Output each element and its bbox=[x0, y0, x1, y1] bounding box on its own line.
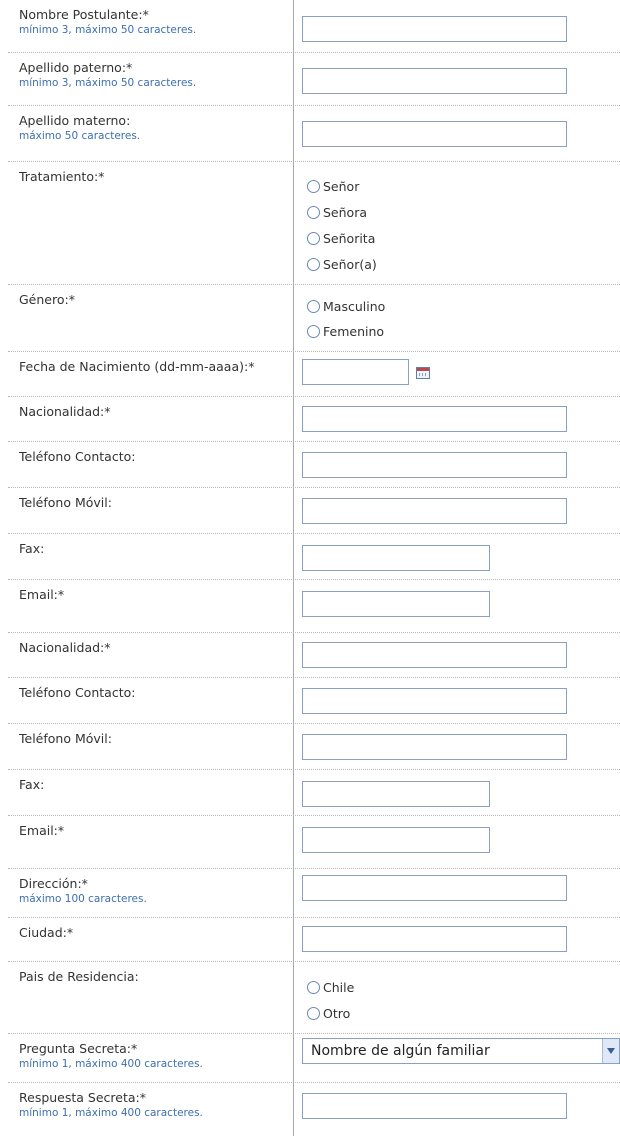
radio-senora-label: Señora bbox=[323, 204, 367, 220]
radio-senor-label: Señor bbox=[323, 178, 360, 194]
nacionalidad-2-label: Nacionalidad:* bbox=[19, 640, 111, 655]
apellido-paterno-input[interactable] bbox=[302, 68, 567, 94]
radio-senor-a[interactable]: Señor(a) bbox=[307, 255, 377, 273]
fax-input[interactable] bbox=[302, 545, 490, 571]
nombre-postulante-input[interactable] bbox=[302, 16, 567, 42]
radio-button[interactable] bbox=[307, 980, 320, 994]
radio-senorita-label: Señorita bbox=[323, 230, 376, 246]
fax-2-label: Fax: bbox=[19, 777, 45, 792]
radio-senorita[interactable]: Señorita bbox=[307, 229, 375, 247]
pregunta-secreta-value: Nombre de algún familiar bbox=[311, 1043, 490, 1059]
chevron-down-icon[interactable] bbox=[602, 1039, 619, 1063]
row-telefono-contacto: Teléfono Contacto: bbox=[8, 442, 620, 488]
telefono-movil-label: Teléfono Móvil: bbox=[19, 495, 112, 510]
respuesta-secreta-hint: mínimo 1, máximo 400 caracteres. bbox=[19, 1107, 203, 1119]
nacionalidad-input[interactable] bbox=[302, 406, 567, 432]
radio-senora[interactable]: Señora bbox=[307, 203, 367, 221]
nombre-postulante-label: Nombre Postulante:* bbox=[19, 7, 149, 22]
tratamiento-label: Tratamiento:* bbox=[19, 169, 105, 184]
apellido-paterno-label: Apellido paterno:* bbox=[19, 60, 133, 75]
row-telefono-movil-2: Teléfono Móvil: bbox=[8, 724, 620, 770]
row-fax: Fax: bbox=[8, 534, 620, 580]
radio-femenino[interactable]: Femenino bbox=[307, 322, 384, 340]
radio-chile-label: Chile bbox=[323, 979, 355, 995]
pregunta-secreta-label: Pregunta Secreta:* bbox=[19, 1041, 138, 1056]
email-2-input[interactable] bbox=[302, 827, 490, 853]
radio-button[interactable] bbox=[307, 1006, 320, 1020]
radio-femenino-label: Femenino bbox=[323, 323, 385, 339]
apellido-materno-input[interactable] bbox=[302, 121, 567, 147]
pregunta-secreta-hint: mínimo 1, máximo 400 caracteres. bbox=[19, 1058, 203, 1070]
telefono-contacto-label: Teléfono Contacto: bbox=[19, 449, 136, 464]
row-pregunta-secreta: Pregunta Secreta:* mínimo 1, máximo 400 … bbox=[8, 1034, 620, 1083]
row-respuesta-secreta: Respuesta Secreta:* mínimo 1, máximo 400… bbox=[8, 1083, 620, 1136]
apellido-materno-label: Apellido materno: bbox=[19, 113, 131, 128]
direccion-hint: máximo 100 caracteres. bbox=[19, 893, 147, 905]
telefono-contacto-input[interactable] bbox=[302, 452, 567, 478]
fecha-nacimiento-input[interactable] bbox=[302, 359, 409, 385]
telefono-contacto-2-label: Teléfono Contacto: bbox=[19, 685, 136, 700]
row-apellido-materno: Apellido materno: máximo 50 caracteres. bbox=[8, 106, 620, 162]
telefono-movil-2-label: Teléfono Móvil: bbox=[19, 731, 112, 746]
row-ciudad: Ciudad:* bbox=[8, 918, 620, 962]
email-label: Email:* bbox=[19, 587, 65, 602]
radio-masculino[interactable]: Masculino bbox=[307, 297, 385, 315]
radio-button[interactable] bbox=[307, 231, 320, 245]
row-fecha-nacimiento: Fecha de Nacimiento (dd-mm-aaaa):* bbox=[8, 352, 620, 397]
row-nacionalidad: Nacionalidad:* bbox=[8, 397, 620, 442]
radio-button[interactable] bbox=[307, 324, 320, 338]
telefono-contacto-2-input[interactable] bbox=[302, 688, 567, 714]
apellido-materno-hint: máximo 50 caracteres. bbox=[19, 130, 141, 142]
radio-otro-label: Otro bbox=[323, 1005, 351, 1021]
respuesta-secreta-label: Respuesta Secreta:* bbox=[19, 1090, 146, 1105]
telefono-movil-input[interactable] bbox=[302, 498, 567, 524]
ciudad-input[interactable] bbox=[302, 926, 567, 952]
row-email-2: Email:* bbox=[8, 816, 620, 869]
row-telefono-contacto-2: Teléfono Contacto: bbox=[8, 678, 620, 724]
direccion-input[interactable] bbox=[302, 875, 567, 901]
radio-button[interactable] bbox=[307, 257, 320, 271]
row-direccion: Dirección:* máximo 100 caracteres. bbox=[8, 869, 620, 918]
email-2-label: Email:* bbox=[19, 823, 65, 838]
row-tratamiento: Tratamiento:* Señor Señora Señorita Seño… bbox=[8, 162, 620, 285]
row-nombre-postulante: Nombre Postulante:* mínimo 3, máximo 50 … bbox=[8, 0, 620, 53]
radio-button[interactable] bbox=[307, 299, 320, 313]
telefono-movil-2-input[interactable] bbox=[302, 734, 567, 760]
genero-label: Género:* bbox=[19, 292, 75, 307]
radio-button[interactable] bbox=[307, 205, 320, 219]
pais-residencia-label: Pais de Residencia: bbox=[19, 969, 139, 984]
row-email: Email:* bbox=[8, 580, 620, 633]
nombre-postulante-hint: mínimo 3, máximo 50 caracteres. bbox=[19, 24, 197, 36]
radio-chile[interactable]: Chile bbox=[307, 978, 354, 996]
row-apellido-paterno: Apellido paterno:* mínimo 3, máximo 50 c… bbox=[8, 53, 620, 106]
row-nacionalidad-2: Nacionalidad:* bbox=[8, 633, 620, 678]
direccion-label: Dirección:* bbox=[19, 876, 88, 891]
email-input[interactable] bbox=[302, 591, 490, 617]
radio-button[interactable] bbox=[307, 179, 320, 193]
radio-senor-a-label: Señor(a) bbox=[323, 256, 377, 272]
radio-masculino-label: Masculino bbox=[323, 298, 386, 314]
row-pais-residencia: Pais de Residencia: Chile Otro bbox=[8, 962, 620, 1034]
row-telefono-movil: Teléfono Móvil: bbox=[8, 488, 620, 534]
radio-senor[interactable]: Señor bbox=[307, 177, 359, 195]
apellido-paterno-hint: mínimo 3, máximo 50 caracteres. bbox=[19, 77, 197, 89]
pregunta-secreta-select[interactable]: Nombre de algún familiar bbox=[302, 1038, 620, 1064]
fax-label: Fax: bbox=[19, 541, 45, 556]
fax-2-input[interactable] bbox=[302, 781, 490, 807]
respuesta-secreta-input[interactable] bbox=[302, 1093, 567, 1119]
row-fax-2: Fax: bbox=[8, 770, 620, 816]
nacionalidad-2-input[interactable] bbox=[302, 642, 567, 668]
row-genero: Género:* Masculino Femenino bbox=[8, 285, 620, 352]
fecha-nacimiento-label: Fecha de Nacimiento (dd-mm-aaaa):* bbox=[19, 359, 255, 374]
nacionalidad-label: Nacionalidad:* bbox=[19, 404, 111, 419]
ciudad-label: Ciudad:* bbox=[19, 925, 74, 940]
radio-otro[interactable]: Otro bbox=[307, 1004, 350, 1022]
calendar-icon[interactable] bbox=[416, 367, 430, 379]
